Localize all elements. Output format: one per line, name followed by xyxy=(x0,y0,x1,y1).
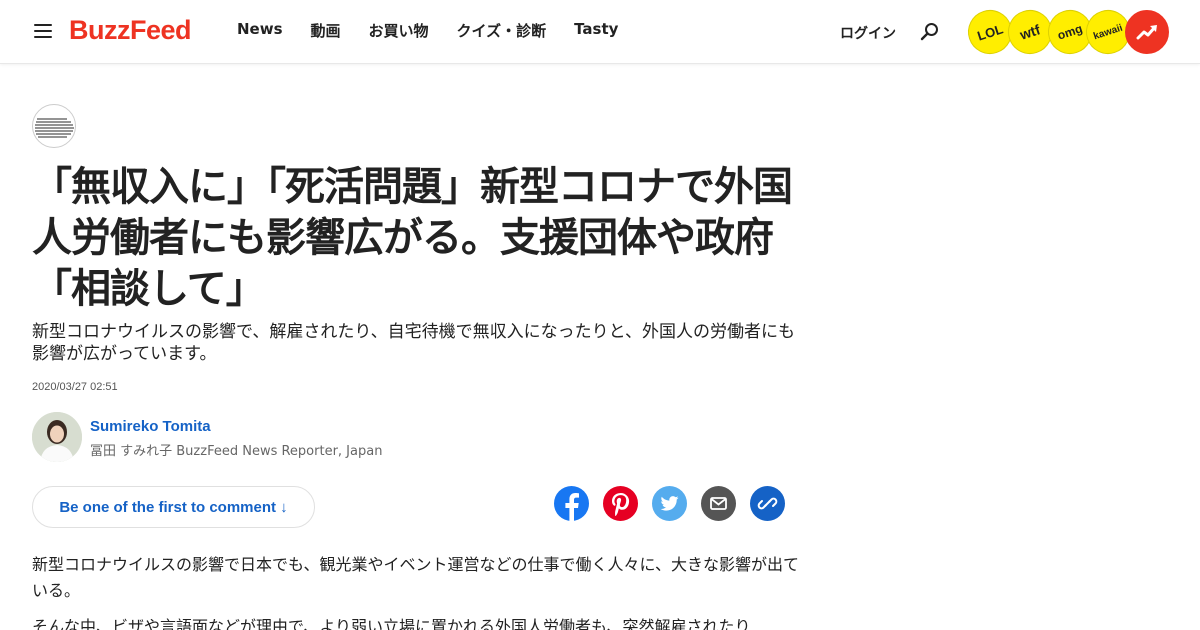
nav-tasty[interactable]: Tasty xyxy=(574,20,618,41)
buzzfeed-logo[interactable]: BuzzFeed xyxy=(69,15,192,46)
top-navigation-bar: BuzzFeed News 動画 お買い物 クイズ・診断 Tasty ログイン … xyxy=(0,0,1200,64)
menu-icon[interactable] xyxy=(34,24,52,38)
facebook-icon[interactable] xyxy=(554,486,589,521)
article-headline: 「無収入に」「死活問題」新型コロナで外国人労働者にも影響広がる。支援団体や政府「… xyxy=(32,164,793,312)
publisher-avatar[interactable] xyxy=(32,104,76,148)
email-icon[interactable] xyxy=(701,486,736,521)
login-link[interactable]: ログイン xyxy=(840,23,896,43)
publish-date: 2020/03/27 02:51 xyxy=(32,381,118,393)
reaction-badges: LOL wtf omg kawaii xyxy=(962,4,1173,60)
nav-news[interactable]: News xyxy=(237,20,283,41)
link-icon[interactable] xyxy=(750,486,785,521)
author-avatar[interactable] xyxy=(32,412,82,462)
article-dek: 新型コロナウイルスの影響で、解雇されたり、自宅待機で無収入になったりと、外国人の… xyxy=(32,322,795,364)
article-paragraph: そんな中、ビザや言語面などが理由で、より弱い立場に置かれる外国人労働者も、突然解… xyxy=(32,617,751,630)
trending-icon[interactable] xyxy=(1125,10,1169,54)
article-paragraph: 新型コロナウイルスの影響で日本でも、観光業やイベント運営などの仕事で働く人々に、… xyxy=(32,555,800,600)
search-icon[interactable] xyxy=(920,22,940,42)
main-nav: News 動画 お買い物 クイズ・診断 Tasty xyxy=(237,20,618,41)
comment-button[interactable]: Be one of the first to comment ↓ xyxy=(32,486,315,528)
author-title: 冨田 すみれ子 BuzzFeed News Reporter, Japan xyxy=(90,444,383,459)
nav-quizzes[interactable]: クイズ・診断 xyxy=(457,20,547,41)
author-name[interactable]: Sumireko Tomita xyxy=(90,418,211,435)
nav-shopping[interactable]: お買い物 xyxy=(369,20,429,41)
pinterest-icon[interactable] xyxy=(603,486,638,521)
nav-video[interactable]: 動画 xyxy=(311,20,341,41)
twitter-icon[interactable] xyxy=(652,486,687,521)
